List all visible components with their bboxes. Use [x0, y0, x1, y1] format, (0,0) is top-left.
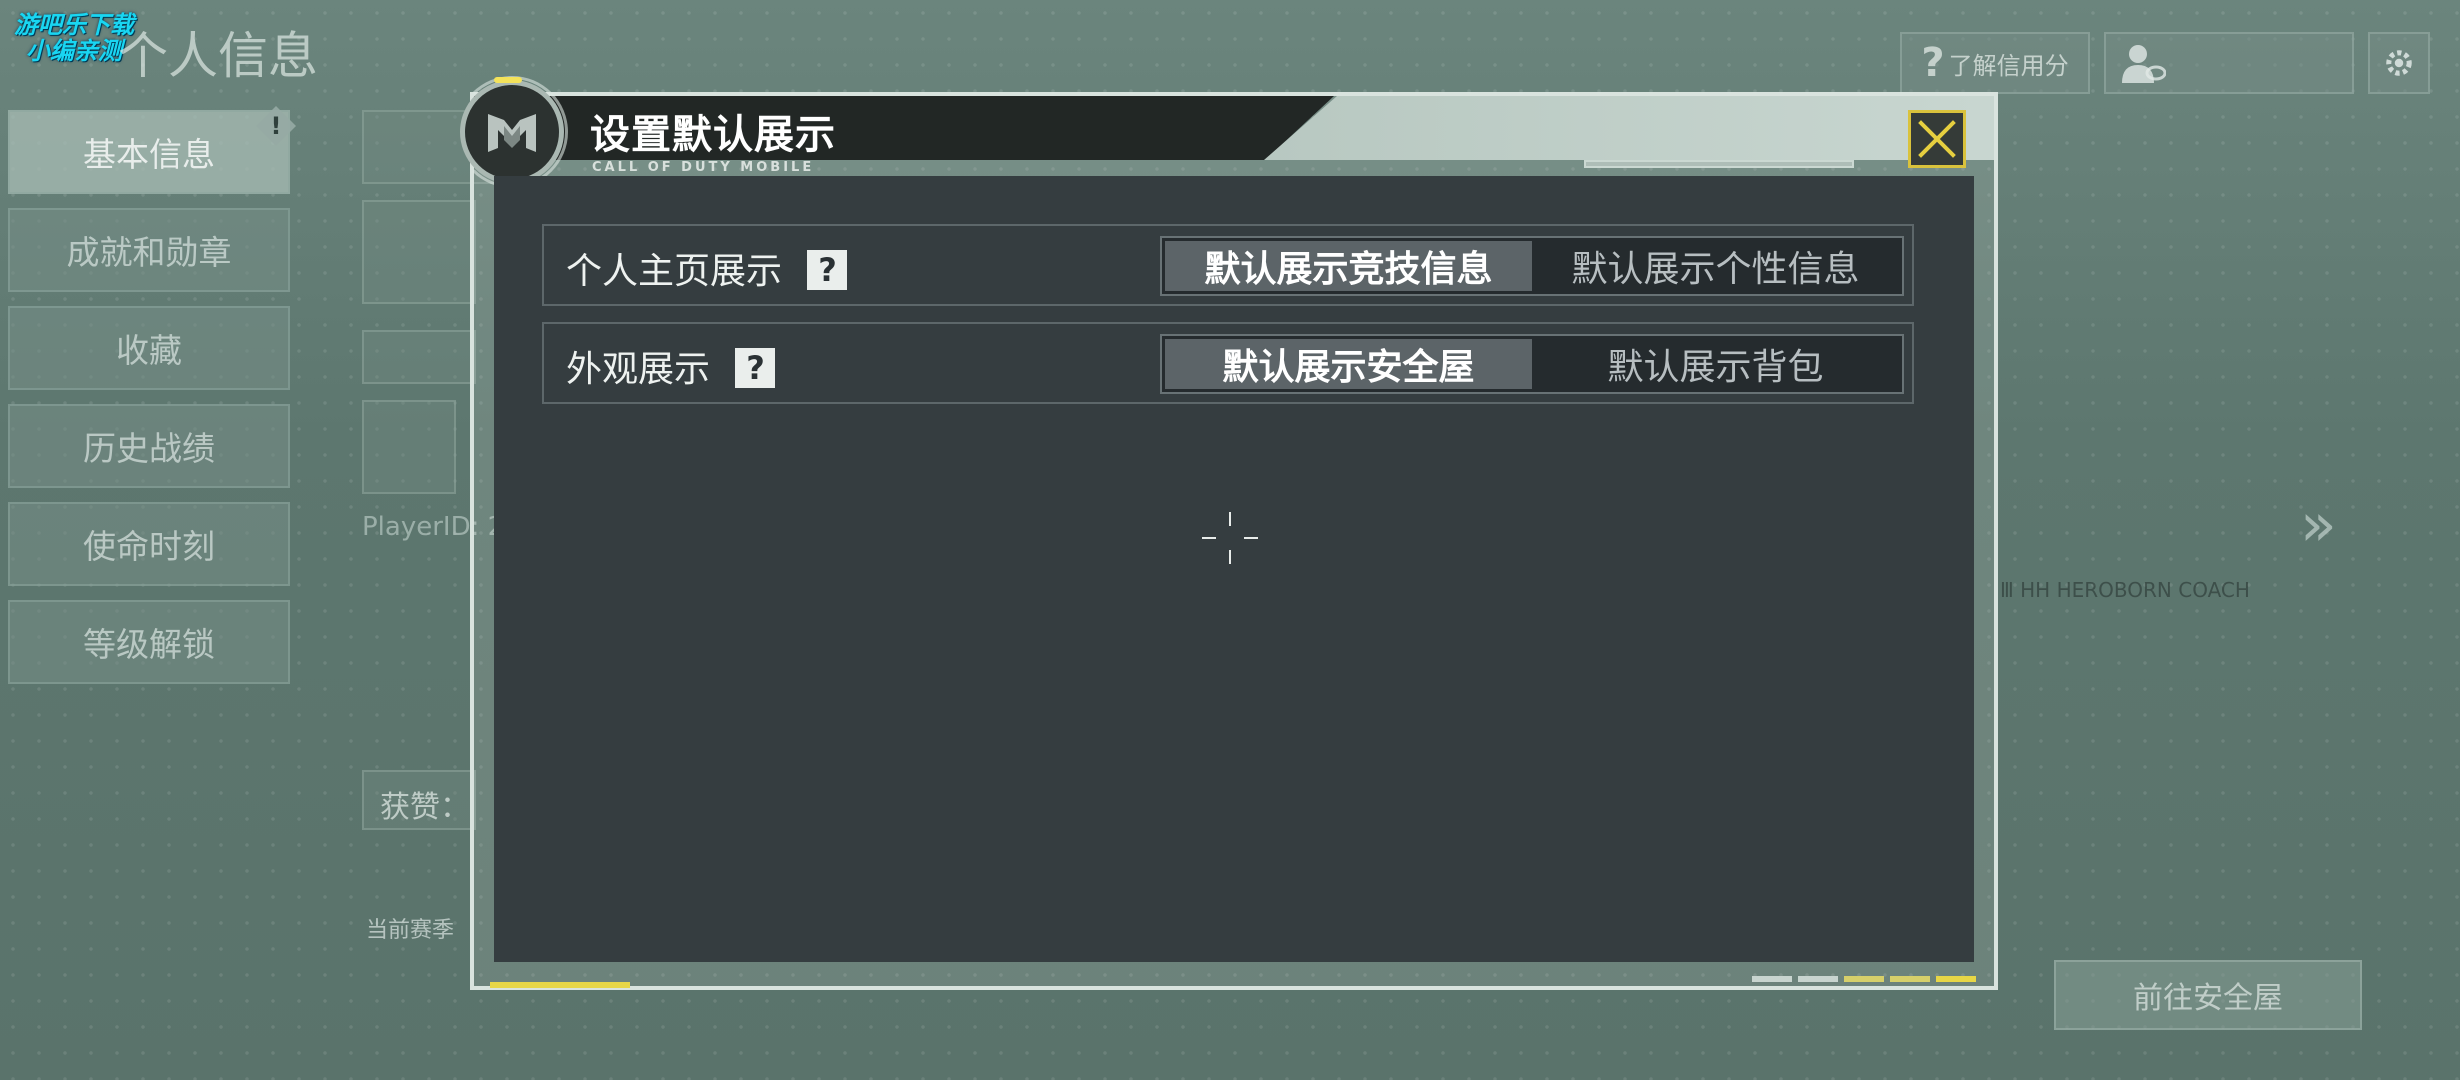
badge-slot	[362, 400, 456, 494]
header-light-bar	[1264, 96, 1994, 160]
page-indicator	[1752, 976, 1976, 982]
profile-display-toggle: 默认展示竞技信息 默认展示个性信息	[1160, 236, 1904, 296]
watermark-line-1: 游吧乐下载	[14, 11, 134, 39]
background-caption: Ⅲ HH HEROBORN COACH	[2000, 578, 2250, 602]
gear-icon	[2386, 50, 2412, 76]
header-decor-bar	[1584, 160, 1854, 168]
cod-m-logo-icon	[488, 114, 536, 152]
modal-header: 设置默认展示 CALL OF DUTY MOBILE	[474, 96, 1994, 175]
sidebar-item-label: 成就和勋章	[66, 233, 232, 272]
profile-view-icon	[2122, 45, 2166, 83]
option-competitive-info[interactable]: 默认展示竞技信息	[1165, 241, 1532, 291]
appearance-display-label: 外观展示	[566, 349, 711, 390]
footer-accent-bar	[490, 982, 630, 988]
top-right-toolbar: ? 了解信用分	[1900, 32, 2430, 94]
sidebar-item-moments[interactable]: 使命时刻	[8, 502, 290, 586]
settings-button[interactable]	[2368, 32, 2430, 94]
modal-subtitle: CALL OF DUTY MOBILE	[592, 160, 815, 175]
row-label: 个人主页展示 ?	[566, 242, 848, 294]
page-title: 个人信息	[118, 27, 318, 85]
season-label: 当前赛季	[366, 918, 455, 943]
watermark-line-2: 小编亲测	[26, 37, 122, 65]
option-backpack[interactable]: 默认展示背包	[1532, 339, 1899, 389]
sidebar-item-label: 历史战绩	[83, 429, 215, 468]
goto-safehouse-button[interactable]: 前往安全屋	[2054, 960, 2362, 1030]
sidebar-item-achievements[interactable]: 成就和勋章	[8, 208, 290, 292]
watermark: 游吧乐下载 小编亲测	[14, 12, 134, 64]
question-mark-icon: ?	[1921, 40, 1945, 86]
modal-body: 个人主页展示 ? 默认展示竞技信息 默认展示个性信息 外观展示 ? 默认展示安全…	[494, 176, 1974, 962]
appearance-display-toggle: 默认展示安全屋 默认展示背包	[1160, 334, 1904, 394]
sidebar-item-history[interactable]: 历史战绩	[8, 404, 290, 488]
likes-label: 获赞：	[380, 790, 470, 825]
sidebar-item-label: 等级解锁	[83, 625, 215, 664]
close-x-icon	[1918, 120, 1956, 158]
profile-view-button[interactable]	[2104, 32, 2354, 94]
setting-row-appearance-display: 外观展示 ? 默认展示安全屋 默认展示背包	[542, 322, 1914, 404]
credit-score-button[interactable]: ? 了解信用分	[1900, 32, 2090, 94]
sidebar-item-label: 使命时刻	[83, 527, 215, 566]
sidebar-item-label: 基本信息	[83, 135, 215, 174]
option-personal-info[interactable]: 默认展示个性信息	[1532, 241, 1899, 291]
sidebar: 基本信息 ! 成就和勋章 收藏 历史战绩 使命时刻 等级解锁	[8, 106, 296, 698]
credit-score-label: 了解信用分	[1948, 51, 2069, 80]
logo-accent	[494, 77, 522, 83]
setting-row-profile-display: 个人主页展示 ? 默认展示竞技信息 默认展示个性信息	[542, 224, 1914, 306]
option-safehouse[interactable]: 默认展示安全屋	[1165, 339, 1532, 389]
sidebar-item-label: 收藏	[116, 331, 182, 370]
sidebar-item-level-unlock[interactable]: 等级解锁	[8, 600, 290, 684]
info-panel	[362, 330, 476, 384]
double-chevron-right-icon[interactable]: »	[2300, 490, 2337, 560]
sidebar-item-collection[interactable]: 收藏	[8, 306, 290, 390]
help-icon[interactable]: ?	[807, 250, 848, 290]
help-icon[interactable]: ?	[735, 348, 776, 388]
modal-title: 设置默认展示	[590, 112, 836, 158]
crosshair-icon	[1200, 508, 1260, 568]
profile-display-label: 个人主页展示	[566, 251, 783, 292]
row-label: 外观展示 ?	[566, 340, 776, 392]
sidebar-item-basic-info[interactable]: 基本信息 !	[8, 106, 296, 194]
logo-badge	[456, 76, 568, 188]
avatar	[362, 200, 476, 304]
close-button[interactable]	[1908, 110, 1966, 168]
